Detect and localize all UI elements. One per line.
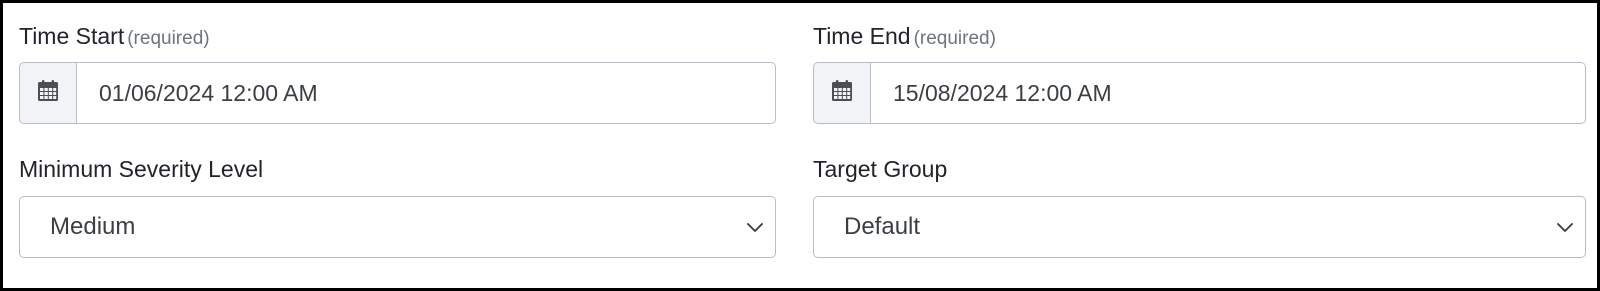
form-panel: Time Start (required) 01/06/2024 12:00 A… — [0, 0, 1600, 291]
target-group-label: Target Group — [813, 156, 948, 182]
min-severity-selected-value: Medium — [50, 213, 136, 240]
min-severity-label: Minimum Severity Level — [19, 156, 264, 182]
target-group-label-row: Target Group — [813, 156, 947, 184]
chevron-down-icon — [1545, 221, 1585, 233]
chevron-down-icon — [735, 221, 775, 233]
target-group-select[interactable]: Default — [813, 196, 1586, 258]
target-group-selected-value: Default — [844, 213, 921, 240]
min-severity-field: Minimum Severity Level Medium — [19, 23, 776, 283]
min-severity-select[interactable]: Medium — [19, 196, 776, 258]
target-group-field: Target Group Default — [813, 23, 1586, 283]
min-severity-label-row: Minimum Severity Level — [19, 156, 263, 184]
